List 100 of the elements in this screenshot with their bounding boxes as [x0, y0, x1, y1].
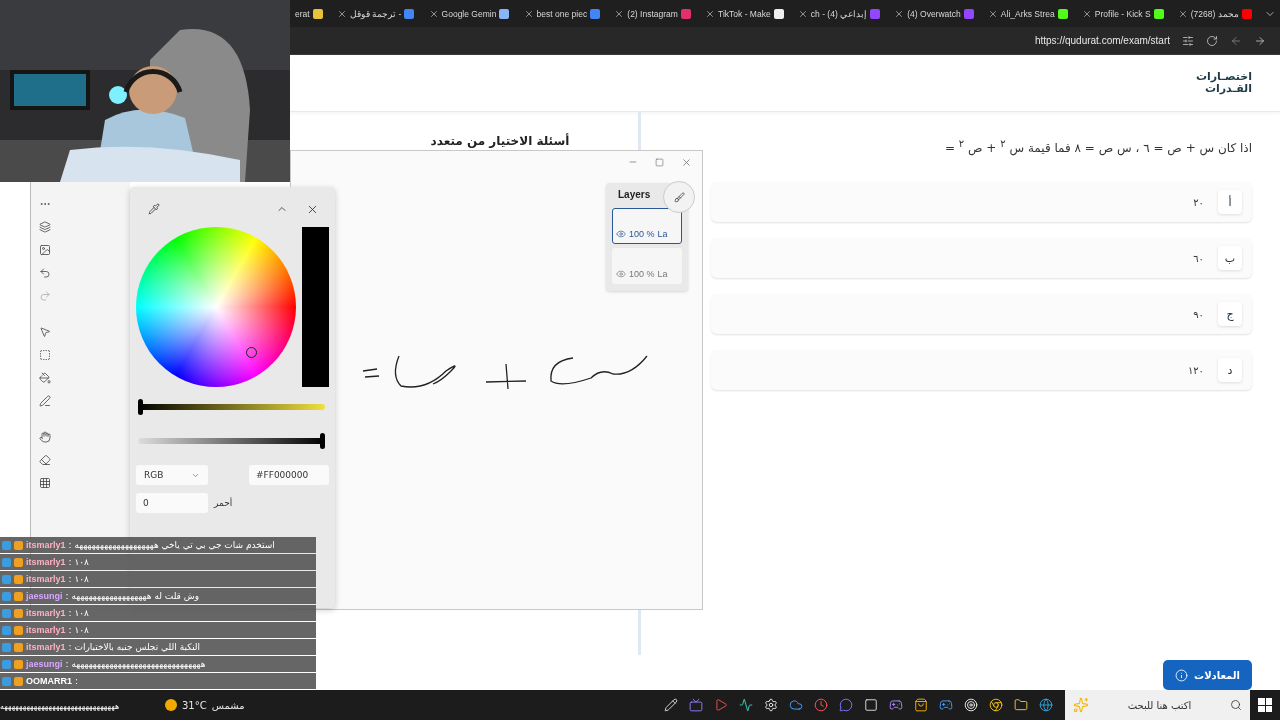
close-icon[interactable]	[681, 156, 692, 168]
eraser-icon[interactable]	[39, 454, 51, 466]
favicon-icon	[312, 8, 323, 19]
site-settings-icon[interactable]	[1182, 34, 1194, 47]
close-icon[interactable]	[428, 8, 439, 19]
answer-option[interactable]: ب ٦٠	[711, 238, 1252, 278]
chat-overflow-text: هههههههههههههههههههههههههههههههه	[0, 702, 120, 711]
gamepad-icon[interactable]	[889, 698, 903, 712]
close-icon[interactable]	[523, 8, 534, 19]
option-letter: ب	[1218, 246, 1242, 270]
cloud-icon[interactable]	[789, 698, 803, 712]
close-icon[interactable]	[614, 8, 625, 19]
channel-label: أحمر	[214, 498, 233, 508]
windows-icon[interactable]	[1258, 698, 1272, 712]
layers-icon[interactable]	[39, 221, 51, 233]
folder-icon[interactable]	[1014, 698, 1028, 712]
favicon-icon	[773, 8, 784, 19]
option-letter: د	[1218, 358, 1242, 382]
browser-tab[interactable]: best one piec	[521, 2, 603, 25]
chat-bubble-icon[interactable]	[839, 698, 853, 712]
question-text: اذا كان س + ص = ٦ ، س ص = ٨ فما قيمة س $^{٢}$ + ص $^{٢}$ =	[943, 138, 1252, 155]
chat-message: OOMARR1 :	[0, 673, 316, 689]
brush-icon	[673, 191, 685, 203]
browser-tab[interactable]: (2) Instagram	[612, 2, 693, 25]
eyedropper-icon[interactable]	[148, 203, 160, 215]
browser-tab[interactable]: TikTok - Make	[703, 2, 786, 25]
option-value: ٢٠	[1193, 196, 1204, 208]
option-letter: ج	[1218, 302, 1242, 326]
globe-icon[interactable]	[1039, 698, 1053, 712]
url-text[interactable]: https://qudurat.com/exam/start	[1034, 35, 1170, 46]
browser-tab[interactable]: (4) Overwatch	[892, 2, 976, 25]
favicon-icon	[1057, 8, 1068, 19]
favicon-icon	[870, 8, 881, 19]
undo-icon[interactable]	[39, 267, 51, 279]
browser-tab[interactable]: ترجمة قوقل -	[334, 2, 417, 25]
color-slider[interactable]	[138, 433, 325, 449]
search-icon	[1230, 699, 1242, 711]
layer-item[interactable]: 100 % La	[612, 248, 682, 284]
store-icon[interactable]	[914, 698, 928, 712]
hand-icon[interactable]	[39, 431, 51, 443]
close-icon[interactable]	[894, 8, 905, 19]
color-slider[interactable]	[138, 399, 325, 415]
favicon-icon	[963, 8, 974, 19]
favicon-icon	[680, 8, 691, 19]
close-icon[interactable]	[1177, 8, 1188, 19]
eye-icon[interactable]	[616, 229, 626, 239]
option-value: ٩٠	[1193, 308, 1204, 320]
close-icon[interactable]	[797, 8, 808, 19]
browser-tab[interactable]: (7268) محمد	[1175, 2, 1254, 25]
channel-value-field[interactable]: 0	[136, 493, 208, 513]
browser-tab[interactable]: Profile - Kick S	[1079, 2, 1166, 25]
favicon-icon	[404, 8, 415, 19]
square-icon[interactable]	[864, 698, 878, 712]
pen-icon[interactable]	[39, 395, 51, 407]
option-value: ١٢٠	[1187, 364, 1204, 376]
hex-field[interactable]: #FF000000	[249, 465, 329, 485]
browser-tab[interactable]: ch - إبداعي (4)	[795, 2, 883, 25]
close-icon[interactable]	[1081, 8, 1092, 19]
option-letter: أ	[1218, 190, 1242, 214]
option-value: ٦٠	[1193, 252, 1204, 264]
answer-option[interactable]: ج ٩٠	[711, 294, 1252, 334]
browser-tab[interactable]: Ali_Arks Strea	[985, 2, 1070, 25]
target-icon[interactable]	[964, 698, 978, 712]
controller-icon[interactable]	[939, 698, 953, 712]
section-title: أسئلة الاختيار من متعدد	[429, 134, 571, 148]
tv-icon[interactable]	[689, 698, 703, 712]
equations-button[interactable]: المعادلات	[1163, 660, 1252, 690]
wave-icon[interactable]	[739, 698, 753, 712]
pointer-icon[interactable]	[39, 326, 51, 338]
sparkles-icon	[1073, 697, 1089, 713]
bucket-icon[interactable]	[39, 372, 51, 384]
play-icon[interactable]	[714, 698, 728, 712]
browser-tab[interactable]: erat	[293, 2, 325, 25]
search-field[interactable]: اكتب هنا للبحث	[1065, 690, 1250, 720]
settings-icon[interactable]	[764, 698, 778, 712]
answer-option[interactable]: د ١٢٠	[711, 350, 1252, 390]
slider-handle[interactable]	[138, 399, 143, 415]
color-mode-select[interactable]: RGB	[136, 465, 208, 485]
browser-icon[interactable]	[989, 698, 1003, 712]
answer-option[interactable]: أ ٢٠	[711, 182, 1252, 222]
slider-handle[interactable]	[320, 433, 325, 449]
sun-icon	[165, 699, 177, 711]
site-logo[interactable]: اختصـارات القـدرات	[1195, 71, 1252, 95]
close-icon[interactable]	[987, 8, 998, 19]
close-icon[interactable]	[336, 8, 347, 19]
clock-icon[interactable]	[814, 698, 828, 712]
selection-icon[interactable]	[39, 349, 51, 361]
layers-panel: Layers 100 % La 100 % La	[606, 183, 688, 291]
reload-icon[interactable]	[1206, 34, 1218, 47]
pencil-icon[interactable]	[664, 698, 678, 712]
layer-item[interactable]: 100 % La	[612, 208, 682, 244]
favicon-icon	[1241, 8, 1252, 19]
forward-icon[interactable]	[1254, 34, 1266, 47]
grid-icon[interactable]	[39, 477, 51, 489]
image-icon[interactable]	[39, 244, 51, 256]
favicon-icon	[499, 8, 510, 19]
brush-button[interactable]	[663, 181, 695, 213]
browser-tab[interactable]: Google Gemin	[426, 2, 512, 25]
weather-text: مشمس	[211, 699, 245, 711]
close-icon[interactable]	[705, 8, 716, 19]
